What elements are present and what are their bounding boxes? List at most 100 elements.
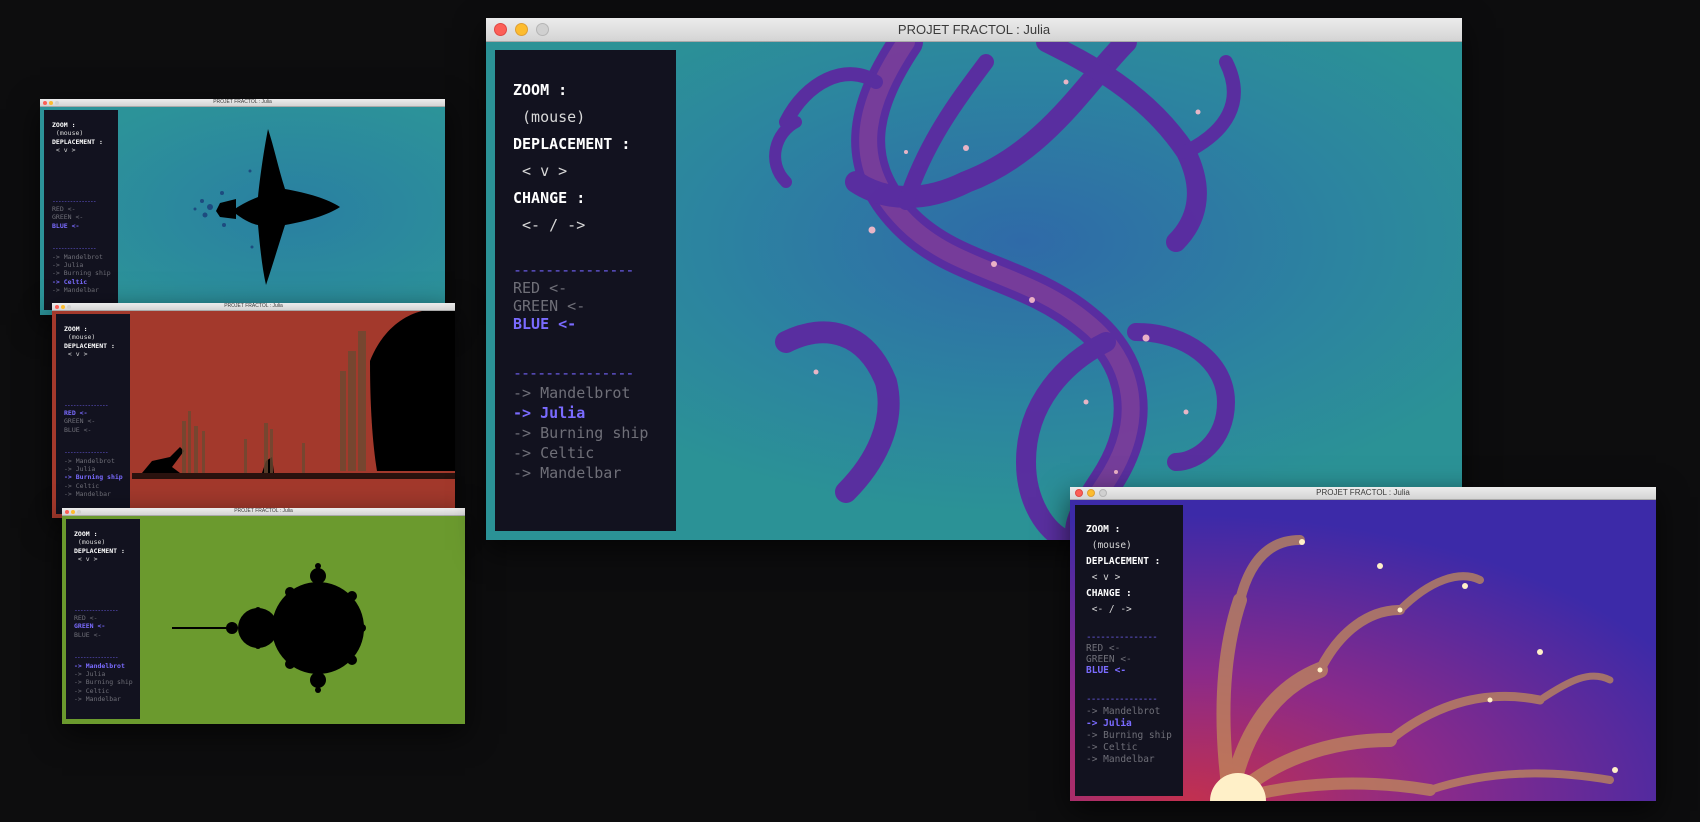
fractol-window-julia-secondary: PROJET FRACTOL : Julia ZOOM: (mouse) DE… <box>1070 487 1656 801</box>
color-option-green[interactable]: GREEN <- <box>52 213 118 221</box>
minimize-icon[interactable] <box>515 23 528 36</box>
color-option-red[interactable]: RED <- <box>74 614 140 622</box>
fractal-option-julia[interactable]: -> Julia <box>1086 718 1183 730</box>
zoom-hint: (mouse) <box>52 129 84 138</box>
close-icon[interactable] <box>494 23 507 36</box>
close-icon[interactable] <box>1075 489 1083 497</box>
fractal-option-mandelbrot[interactable]: -> Mandelbrot <box>64 457 130 465</box>
window-titlebar[interactable]: PROJET FRACTOL : Julia <box>40 99 445 107</box>
fractol-window-julia-main: PROJET FRACTOL : Julia ZOOM: (mouse) DE… <box>486 18 1462 540</box>
color-option-red[interactable]: RED <- <box>513 279 676 297</box>
move-label: DEPLACEMENT : <box>513 135 631 153</box>
fractal-option-burning-ship[interactable]: -> Burning ship <box>74 678 140 686</box>
color-option-red[interactable]: RED <- <box>1086 643 1183 654</box>
fractal-option-mandelbar[interactable]: -> Mandelbar <box>1086 754 1183 766</box>
fractal-option-julia[interactable]: -> Julia <box>74 670 140 678</box>
fractal-option-mandelbar[interactable]: -> Mandelbar <box>74 695 140 703</box>
zoom-icon[interactable] <box>67 304 71 309</box>
zoom-hint: (mouse) <box>1086 540 1132 551</box>
fractal-option-mandelbar[interactable]: -> Mandelbar <box>64 490 130 498</box>
separator: --------------- <box>74 653 119 662</box>
change-hint: <- / -> <box>1086 604 1132 615</box>
zoom-label: ZOOM : <box>74 530 98 538</box>
fractal-option-burning-ship[interactable]: -> Burning ship <box>52 269 118 277</box>
controls-panel: ZOOM : (mouse) DEPLACEMENT : < v > -----… <box>66 519 140 719</box>
zoom-icon[interactable] <box>55 100 59 105</box>
color-option-green[interactable]: GREEN <- <box>1086 654 1183 665</box>
traffic-lights <box>65 508 81 515</box>
separator: --------------- <box>52 244 97 253</box>
traffic-lights <box>1075 487 1107 499</box>
zoom-icon[interactable] <box>1099 489 1107 497</box>
fractal-option-julia[interactable]: -> Julia <box>52 261 118 269</box>
close-icon[interactable] <box>43 100 47 105</box>
move-label: DEPLACEMENT : <box>74 546 125 555</box>
window-title: PROJET FRACTOL : Julia <box>897 22 1051 37</box>
fractal-option-mandelbrot[interactable]: -> Mandelbrot <box>1086 706 1183 718</box>
separator: --------------- <box>1086 694 1158 705</box>
fractal-option-celtic[interactable]: -> Celtic <box>1086 742 1183 754</box>
traffic-lights <box>55 303 71 310</box>
color-option-green[interactable]: GREEN <- <box>64 417 130 425</box>
fractol-window-burning-ship: PROJET FRACTOL : Julia ZOOM : (mouse) DE… <box>52 303 455 518</box>
move-hint: < v > <box>1086 572 1121 583</box>
controls-panel: ZOOM : (mouse) DEPLACEMENT : < v > -----… <box>44 110 118 310</box>
minimize-icon[interactable] <box>1087 489 1095 497</box>
fractal-option-mandelbar[interactable]: -> Mandelbar <box>52 286 118 294</box>
zoom-label: ZOOM : <box>513 81 568 99</box>
zoom-icon[interactable] <box>536 23 549 36</box>
separator: --------------- <box>64 400 109 409</box>
close-icon[interactable] <box>55 304 59 309</box>
fractal-option-celtic[interactable]: -> Celtic <box>64 482 130 490</box>
move-label: DEPLACEMENT : <box>1086 556 1161 567</box>
controls-panel: ZOOM : (mouse) DEPLACEMENT : < v > -----… <box>56 314 130 514</box>
move-label: DEPLACEMENT : <box>64 341 115 350</box>
window-title: PROJET FRACTOL : Julia <box>224 303 283 309</box>
zoom-label: ZOOM : <box>1086 524 1121 535</box>
fractal-option-celtic[interactable]: -> Celtic <box>52 278 118 286</box>
window-titlebar[interactable]: PROJET FRACTOL : Julia <box>62 508 465 516</box>
traffic-lights <box>494 18 549 41</box>
fractal-option-julia[interactable]: -> Julia <box>513 403 676 423</box>
window-titlebar[interactable]: PROJET FRACTOL : Julia <box>486 18 1462 42</box>
change-hint: <- / -> <box>513 216 586 234</box>
zoom-icon[interactable] <box>77 509 81 514</box>
fractal-option-julia[interactable]: -> Julia <box>64 465 130 473</box>
color-option-blue[interactable]: BLUE <- <box>1086 665 1183 676</box>
color-option-blue[interactable]: BLUE <- <box>513 315 676 333</box>
move-hint: < v > <box>52 146 76 155</box>
separator: --------------- <box>74 605 119 614</box>
zoom-hint: (mouse) <box>64 333 96 342</box>
color-option-blue[interactable]: BLUE <- <box>64 426 130 434</box>
separator: --------------- <box>52 196 97 205</box>
color-option-green[interactable]: GREEN <- <box>513 297 676 315</box>
color-option-red[interactable]: RED <- <box>52 205 118 213</box>
window-titlebar[interactable]: PROJET FRACTOL : Julia <box>52 303 455 311</box>
color-option-red[interactable]: RED <- <box>64 409 130 417</box>
change-label: CHANGE : <box>513 189 586 207</box>
fractol-window-celtic: PROJET FRACTOL : Julia ZOOM : (mouse) DE… <box>40 99 445 315</box>
fractal-option-celtic[interactable]: -> Celtic <box>513 443 676 463</box>
move-hint: < v > <box>513 162 568 180</box>
color-option-blue[interactable]: BLUE <- <box>74 631 140 639</box>
color-option-blue[interactable]: BLUE <- <box>52 222 118 230</box>
fractal-option-mandelbrot[interactable]: -> Mandelbrot <box>52 253 118 261</box>
fractal-option-mandelbrot[interactable]: -> Mandelbrot <box>513 383 676 403</box>
fractal-option-burning-ship[interactable]: -> Burning ship <box>64 473 130 481</box>
fractal-option-burning-ship[interactable]: -> Burning ship <box>1086 730 1183 742</box>
zoom-hint: (mouse) <box>513 108 586 126</box>
separator: --------------- <box>1086 632 1158 643</box>
close-icon[interactable] <box>65 509 69 514</box>
window-titlebar[interactable]: PROJET FRACTOL : Julia <box>1070 487 1656 500</box>
fractal-option-burning-ship[interactable]: -> Burning ship <box>513 423 676 443</box>
minimize-icon[interactable] <box>71 509 75 514</box>
fractal-option-celtic[interactable]: -> Celtic <box>74 687 140 695</box>
minimize-icon[interactable] <box>49 100 53 105</box>
fractal-option-mandelbar[interactable]: -> Mandelbar <box>513 463 676 483</box>
window-title: PROJET FRACTOL : Julia <box>213 99 272 105</box>
move-hint: < v > <box>64 350 88 359</box>
window-title: PROJET FRACTOL : Julia <box>234 508 293 514</box>
minimize-icon[interactable] <box>61 304 65 309</box>
fractal-option-mandelbrot[interactable]: -> Mandelbrot <box>74 662 140 670</box>
color-option-green[interactable]: GREEN <- <box>74 622 140 630</box>
